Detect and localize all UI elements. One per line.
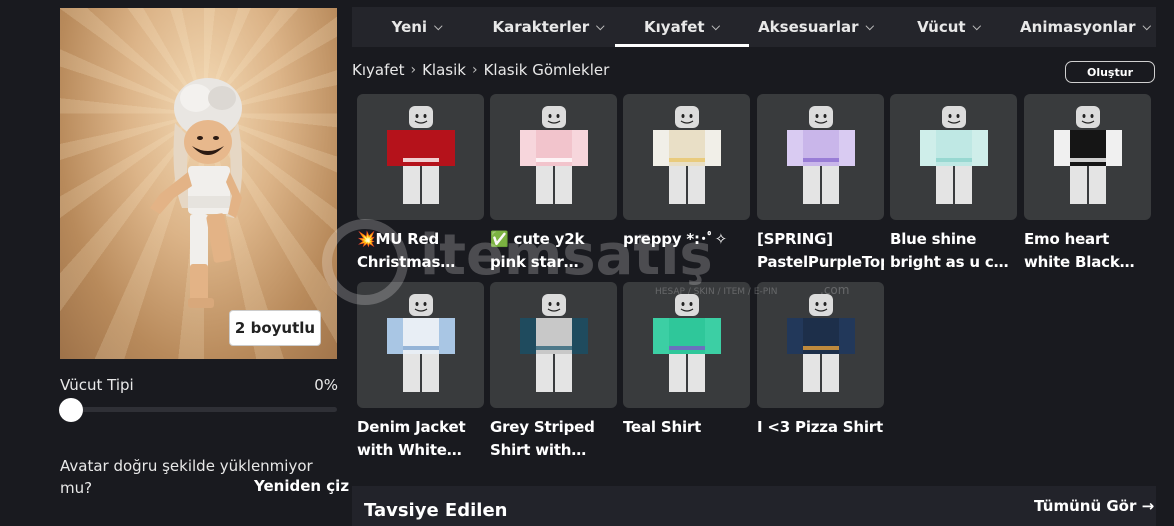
item-card[interactable]: 💥MU Red Christmas Sweater [357,94,484,274]
avatar-thumbnail-icon [653,106,721,204]
tab-label: Vücut [917,18,966,36]
tab-label: Karakterler [492,18,590,36]
breadcrumb-item: Klasik Gömlekler [483,61,610,79]
breadcrumb-item[interactable]: Kıyafet [352,61,404,79]
body-type-slider-thumb[interactable] [59,398,83,422]
tab-body[interactable]: Vücut ⌵ [883,7,1015,47]
avatar-thumbnail-icon [787,294,855,392]
item-name[interactable]: Blue shine bright as u can shirt [890,228,1017,274]
item-card[interactable]: ✅ cute y2k pink star cargos dance [490,94,617,274]
item-card[interactable]: Emo heart white Black Kawaii Shirt [1024,94,1151,274]
chevron-down-icon: ⌵ [972,20,981,33]
item-thumbnail[interactable] [1024,94,1151,220]
tab-animations[interactable]: Animasyonlar ⌵ [1015,7,1156,47]
body-type-value: 0% [314,376,338,394]
avatar-thumbnail-icon [387,294,455,392]
item-name[interactable]: preppy *:･ﾟ✧ [623,228,750,251]
item-name[interactable]: [SPRING] PastelPurpleTop [757,228,884,274]
item-name[interactable]: Emo heart white Black Kawaii Shirt [1024,228,1151,274]
recommended-title: Tavsiye Edilen [364,500,508,521]
item-card[interactable]: I <3 Pizza Shirt [757,282,884,439]
item-name[interactable]: Grey Striped Shirt with Denim Jacket [490,416,617,462]
2d-toggle-button[interactable]: 2 boyutlu [229,310,321,346]
avatar-thumbnail-icon [1054,106,1122,204]
breadcrumb: Kıyafet › Klasik › Klasik Gömlekler [352,61,609,79]
tab-accessories[interactable]: Aksesuarlar ⌵ [749,7,883,47]
item-name[interactable]: 💥MU Red Christmas Sweater [357,228,484,274]
see-all-link[interactable]: Tümünü Gör → [1034,497,1154,515]
item-thumbnail[interactable] [623,94,750,220]
item-thumbnail[interactable] [357,282,484,408]
chevron-down-icon: ⌵ [434,20,443,33]
item-thumbnail[interactable] [757,282,884,408]
avatar-preview[interactable]: 2 boyutlu [60,8,337,359]
item-card[interactable]: Blue shine bright as u can shirt [890,94,1017,274]
avatar-figure [150,78,243,308]
see-all-label: Tümünü Gör [1034,497,1137,515]
item-card[interactable]: Teal Shirt [623,282,750,439]
category-nav: Yeni ⌵ Karakterler ⌵ Kıyafet ⌵ Aksesuarlar ⌵… [352,7,1156,47]
chevron-down-icon: ⌵ [865,20,874,33]
body-type-slider-track[interactable] [60,407,337,412]
item-name[interactable]: Teal Shirt [623,416,750,439]
breadcrumb-item[interactable]: Klasik [422,61,466,79]
tab-label: Kıyafet [644,18,705,36]
tab-clothing[interactable]: Kıyafet ⌵ [615,7,749,47]
chevron-down-icon: ⌵ [1142,20,1151,33]
item-thumbnail[interactable] [757,94,884,220]
avatar-thumbnail-icon [920,106,988,204]
tab-label: Aksesuarlar [758,18,859,36]
chevron-right-icon: › [471,62,478,78]
tab-label: Yeni [391,18,428,36]
item-thumbnail[interactable] [890,94,1017,220]
item-name[interactable]: Denim Jacket with White Shirt [357,416,484,462]
redraw-link[interactable]: Yeniden çiz [254,477,349,495]
item-thumbnail[interactable] [623,282,750,408]
item-name[interactable]: ✅ cute y2k pink star cargos dance [490,228,617,274]
item-thumbnail[interactable] [357,94,484,220]
tab-label: Animasyonlar [1020,18,1136,36]
item-card[interactable]: [SPRING] PastelPurpleTop [757,94,884,274]
item-card[interactable]: Denim Jacket with White Shirt [357,282,484,462]
item-thumbnail[interactable] [490,94,617,220]
item-thumbnail[interactable] [490,282,617,408]
avatar-thumbnail-icon [520,106,588,204]
avatar-thumbnail-icon [787,106,855,204]
body-type-label: Vücut Tipi [60,376,134,394]
arrow-right-icon: → [1141,497,1155,515]
item-card[interactable]: preppy *:･ﾟ✧ [623,94,750,251]
chevron-down-icon: ⌵ [596,20,605,33]
avatar-thumbnail-icon [653,294,721,392]
chevron-right-icon: › [410,62,417,78]
avatar-thumbnail-icon [387,106,455,204]
create-button[interactable]: Oluştur [1065,61,1155,83]
item-card[interactable]: Grey Striped Shirt with Denim Jacket [490,282,617,462]
avatar-thumbnail-icon [520,294,588,392]
tab-new[interactable]: Yeni ⌵ [352,7,482,47]
chevron-down-icon: ⌵ [711,20,720,33]
item-name[interactable]: I <3 Pizza Shirt [757,416,884,439]
tab-characters[interactable]: Karakterler ⌵ [482,7,615,47]
